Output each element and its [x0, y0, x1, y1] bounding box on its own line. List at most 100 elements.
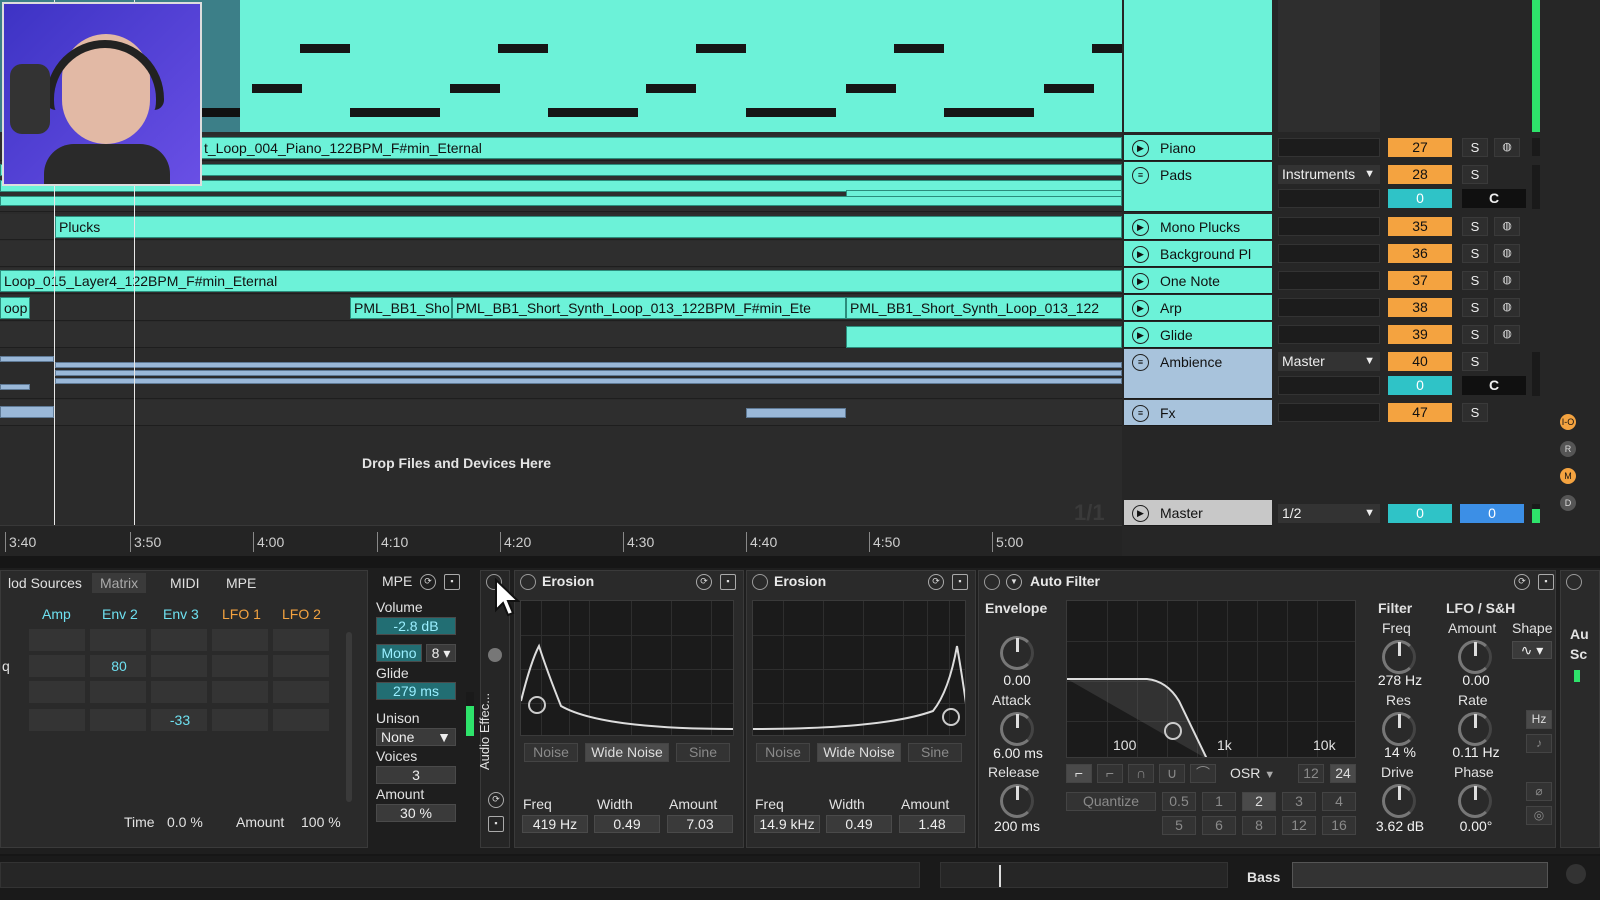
amount-field[interactable]: 1.48	[899, 815, 965, 833]
power-icon[interactable]	[984, 574, 1000, 590]
bandpass-filter-icon[interactable]: ∩	[1128, 764, 1154, 783]
slope-12-button[interactable]: 12	[1298, 764, 1324, 783]
mixer-toggle[interactable]: M	[1560, 468, 1576, 484]
rack-macro-icon[interactable]	[488, 648, 502, 662]
group-icon[interactable]: ≡	[1132, 405, 1149, 422]
info-view[interactable]	[0, 862, 920, 888]
plucks-clip[interactable]: Plucks	[55, 216, 1122, 238]
osr-dropdown[interactable]: OSR ▼	[1230, 765, 1275, 781]
routing-empty[interactable]	[1278, 244, 1380, 263]
record-arm-icon[interactable]: ◍	[1494, 325, 1520, 344]
matrix-cell[interactable]	[150, 628, 208, 652]
filter-freq-knob[interactable]	[1382, 640, 1416, 674]
noise-mode-button[interactable]: Noise	[524, 743, 578, 762]
play-icon[interactable]: ▶	[1132, 300, 1149, 317]
matrix-cell[interactable]	[272, 654, 330, 678]
spin-mode-icon[interactable]: ◎	[1526, 806, 1552, 825]
track-arp[interactable]: ▶ Arp	[1124, 295, 1272, 321]
track-volume[interactable]: 0	[1388, 189, 1452, 208]
amount-value[interactable]: 100 %	[301, 814, 341, 830]
master-pan[interactable]: 0	[1460, 504, 1524, 523]
res-knob[interactable]	[1382, 712, 1416, 746]
quantize-value[interactable]: 2	[1242, 792, 1276, 811]
quantize-value[interactable]: 6	[1202, 816, 1236, 835]
piano-clip[interactable]: t_Loop_004_Piano_122BPM_F#min_Eternal	[200, 137, 1122, 159]
save-icon[interactable]: ▪	[1538, 574, 1554, 590]
refresh-icon[interactable]: ⟳	[420, 574, 436, 590]
freq-field[interactable]: 419 Hz	[522, 815, 588, 833]
track-piano[interactable]: ▶ Piano	[1124, 135, 1272, 161]
track-volume[interactable]: 0	[1388, 376, 1452, 395]
io-toggle[interactable]: I-O	[1560, 414, 1576, 430]
record-arm-icon[interactable]: ◍	[1494, 138, 1520, 157]
matrix-cell[interactable]: 80	[89, 654, 147, 678]
power-icon[interactable]	[520, 574, 536, 590]
track-number[interactable]: 37	[1388, 271, 1452, 290]
volume-field[interactable]: -2.8 dB	[376, 617, 456, 635]
amount-field[interactable]: 7.03	[667, 815, 733, 833]
solo-button[interactable]: S	[1462, 271, 1488, 290]
track-ambience[interactable]: ≡ Ambience	[1124, 349, 1272, 399]
matrix-cell[interactable]	[89, 680, 147, 704]
track-master[interactable]: ▶ Master	[1124, 500, 1272, 526]
lfo-shape-dropdown[interactable]: ∿ ▾	[1512, 641, 1552, 659]
power-icon[interactable]	[1566, 574, 1582, 590]
voices-dropdown[interactable]: 8 ▾	[426, 644, 456, 662]
record-arm-icon[interactable]: ◍	[1494, 298, 1520, 317]
freq-field[interactable]: 14.9 kHz	[754, 815, 820, 833]
phase-mode-icon[interactable]: ⌀	[1526, 782, 1552, 801]
track-glide[interactable]: ▶ Glide	[1124, 322, 1272, 348]
sine-mode-button[interactable]: Sine	[908, 743, 962, 762]
play-icon[interactable]: ▶	[1132, 140, 1149, 157]
synth-clip[interactable]: PML_BB1_Short_Synth_Loop_013_122	[846, 297, 1122, 319]
track-number[interactable]: 40	[1388, 352, 1452, 371]
glide-clip[interactable]	[846, 326, 1122, 348]
glide-field[interactable]: 279 ms	[376, 682, 456, 700]
notch-filter-icon[interactable]: ∪	[1159, 764, 1185, 783]
chevron-down-icon[interactable]: ▼	[1006, 574, 1022, 590]
track-number[interactable]: 36	[1388, 244, 1452, 263]
routing-empty[interactable]	[1278, 298, 1380, 317]
refresh-icon[interactable]: ⟳	[928, 574, 944, 590]
routing-dropdown[interactable]: Instruments ▼	[1278, 165, 1380, 184]
ambience-clip[interactable]	[55, 378, 1122, 384]
slope-24-button[interactable]: 24	[1330, 764, 1356, 783]
amount-field[interactable]: 30 %	[376, 804, 456, 822]
master-output-dropdown[interactable]: 1/2 ▼	[1278, 504, 1380, 523]
track-number[interactable]: 27	[1388, 138, 1452, 157]
routing-empty[interactable]	[1278, 376, 1380, 395]
track-mono-plucks[interactable]: ▶ Mono Plucks	[1124, 214, 1272, 240]
matrix-cell[interactable]	[150, 654, 208, 678]
routing-empty[interactable]	[1278, 403, 1380, 422]
synth-clip[interactable]: PML_BB1_Short_Synth_Loop_013_122BPM_F#mi…	[452, 297, 846, 319]
quantize-value[interactable]: 8	[1242, 816, 1276, 835]
mono-toggle[interactable]: Mono	[376, 644, 422, 662]
refresh-icon[interactable]: ⟳	[696, 574, 712, 590]
quantize-value[interactable]: 3	[1282, 792, 1316, 811]
track-fx[interactable]: ≡ Fx	[1124, 400, 1272, 426]
ambience-clip[interactable]	[0, 356, 54, 362]
routing-empty[interactable]	[1278, 217, 1380, 236]
erosion-display[interactable]	[520, 600, 734, 736]
matrix-cell[interactable]	[28, 628, 86, 652]
env-amount-knob[interactable]	[1000, 636, 1034, 670]
erosion-display[interactable]	[752, 600, 966, 736]
attack-knob[interactable]	[1000, 712, 1034, 746]
width-field[interactable]: 0.49	[594, 815, 660, 833]
overview-scrubber[interactable]	[940, 862, 1228, 888]
track-one-note[interactable]: ▶ One Note	[1124, 268, 1272, 294]
ambience-clip[interactable]	[0, 384, 30, 390]
solo-button[interactable]: S	[1462, 403, 1488, 422]
solo-button[interactable]: S	[1462, 325, 1488, 344]
matrix-cell[interactable]	[89, 628, 147, 652]
matrix-cell[interactable]	[211, 628, 269, 652]
hz-mode-button[interactable]: Hz	[1526, 710, 1552, 729]
lowpass-filter-icon[interactable]: ⌐	[1066, 764, 1092, 783]
fx-clip[interactable]	[746, 408, 846, 418]
routing-empty[interactable]	[1278, 138, 1380, 157]
time-value[interactable]: 0.0 %	[167, 814, 203, 830]
play-icon[interactable]: ▶	[1132, 505, 1149, 522]
noise-mode-button[interactable]: Noise	[756, 743, 810, 762]
solo-button[interactable]: S	[1462, 298, 1488, 317]
tab-mod-sources[interactable]: lod Sources	[0, 573, 90, 593]
